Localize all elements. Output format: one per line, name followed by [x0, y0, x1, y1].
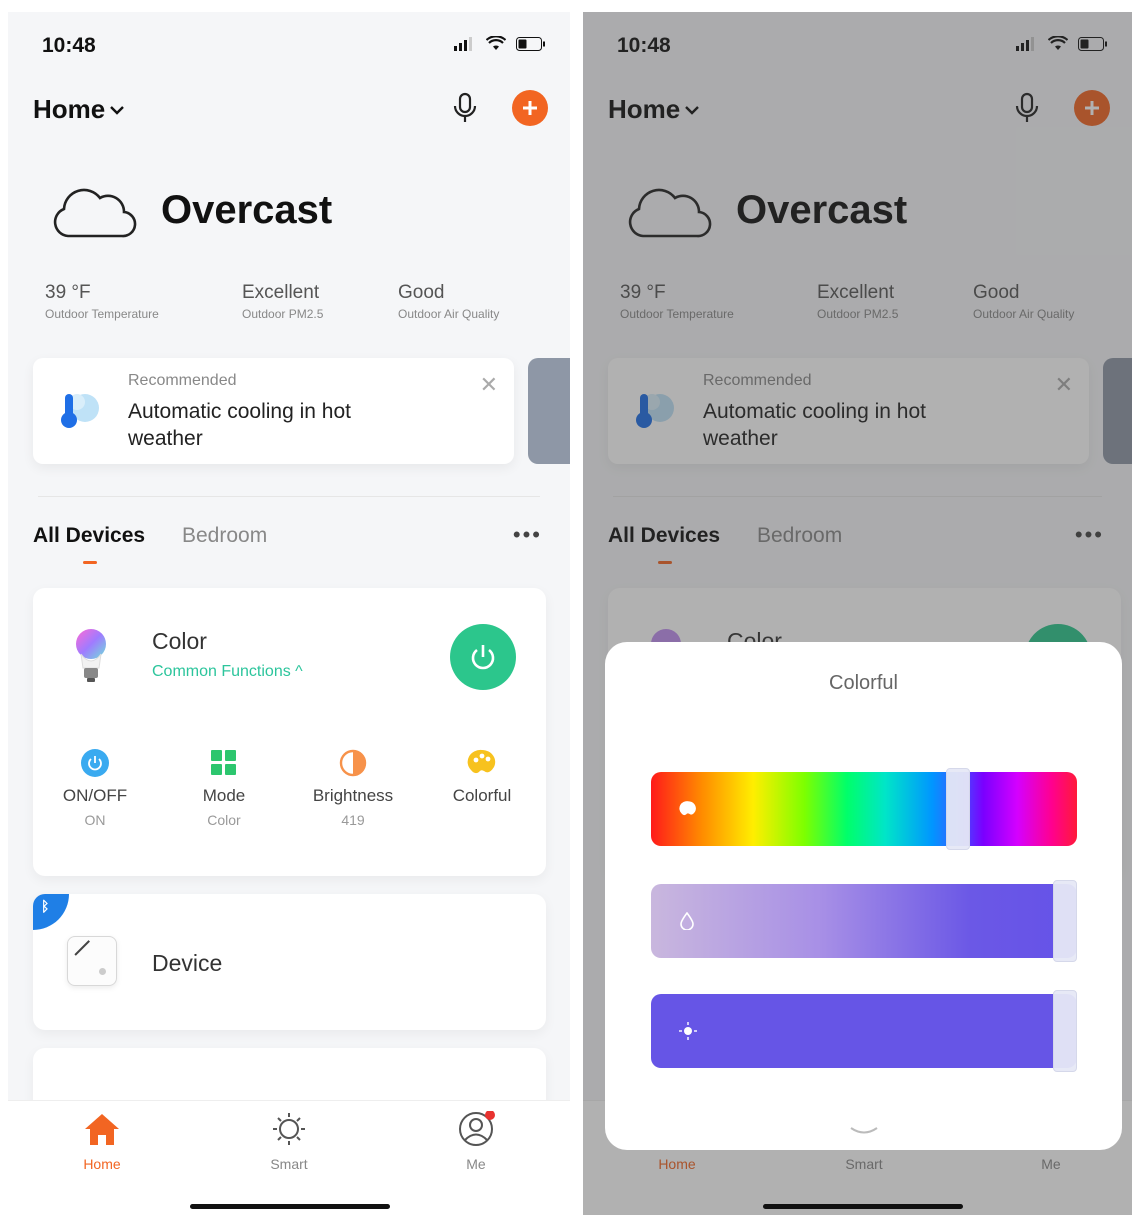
tabbar-me[interactable]: Me — [426, 1110, 526, 1172]
device-card[interactable]: ᛒ Device — [33, 894, 546, 1030]
stat-label: Outdoor Air Quality — [398, 307, 500, 321]
chevron-down-icon — [110, 105, 125, 115]
function-label: Colorful — [452, 786, 512, 805]
saturation-slider-thumb[interactable] — [1053, 880, 1077, 962]
function-row: ON/OFF ON Mode Color Brightness 419 Colo… — [33, 748, 546, 838]
brightness-slider-thumb[interactable] — [1053, 990, 1077, 1072]
brightness-slider[interactable] — [651, 990, 1077, 1072]
bulb-icon — [76, 629, 106, 682]
home-selector[interactable]: Home — [33, 94, 125, 125]
device-name: Color — [152, 628, 207, 654]
colorful-sheet: Colorful — [605, 642, 1122, 1150]
function-value: ON — [84, 812, 106, 828]
stat-pm25: Excellent Outdoor PM2.5 — [242, 282, 323, 321]
bluetooth-icon: ᛒ — [33, 894, 69, 930]
function-brightness[interactable]: Brightness 419 — [298, 748, 408, 828]
recommendation-eyebrow: Recommended — [128, 372, 237, 389]
weather-stats: 39 °F Outdoor Temperature Excellent Outd… — [45, 282, 570, 332]
battery-icon — [516, 36, 545, 51]
bottom-tab-bar: Home Smart Me — [8, 1100, 570, 1215]
stat-label: Outdoor Temperature — [45, 307, 159, 321]
weather-condition: Overcast — [161, 188, 333, 232]
hue-slider[interactable] — [651, 768, 1077, 850]
function-colorful[interactable]: Colorful — [427, 748, 537, 812]
device-name: Device — [152, 950, 223, 976]
stat-value: Excellent — [242, 282, 320, 303]
power-small-icon — [81, 749, 109, 777]
tabbar-smart[interactable]: Smart — [239, 1111, 339, 1172]
home-indicator — [763, 1204, 963, 1209]
tab-bedroom[interactable]: Bedroom — [182, 524, 267, 548]
next-recommendation-peek[interactable] — [528, 358, 570, 464]
sheet-title: Colorful — [829, 672, 898, 694]
function-mode[interactable]: Mode Color — [169, 748, 279, 828]
switch-device-icon — [67, 936, 117, 986]
status-time: 10:48 — [42, 34, 96, 57]
function-label: Mode — [202, 786, 246, 805]
home-indicator — [190, 1204, 390, 1209]
saturation-slider[interactable] — [651, 880, 1077, 962]
stat-temperature: 39 °F Outdoor Temperature — [45, 282, 159, 321]
palette-icon — [679, 801, 696, 816]
user-icon — [459, 1110, 495, 1146]
hue-slider-thumb[interactable] — [945, 768, 970, 850]
room-tabs: All Devices Bedroom ••• — [8, 520, 570, 570]
recommendation-card[interactable]: Recommended Automatic cooling in hot wea… — [33, 358, 514, 464]
home-screen: 10:48 Home Overcast 39 °F Outdoor Temper… — [8, 12, 570, 1215]
function-onoff[interactable]: ON/OFF ON — [40, 748, 150, 828]
status-bar: 10:48 — [8, 12, 570, 72]
status-icons — [454, 36, 546, 51]
dismiss-sheet-handle[interactable] — [605, 1124, 1122, 1142]
active-tab-indicator — [83, 561, 97, 564]
power-icon — [471, 645, 495, 670]
add-device-button[interactable] — [512, 90, 548, 126]
tabbar-label: Home — [83, 1156, 121, 1172]
thermometer-snow-icon — [61, 394, 99, 428]
home-title: Home — [33, 94, 106, 124]
tabbar-label: Me — [466, 1156, 486, 1172]
wifi-icon — [486, 36, 506, 50]
stat-air-quality: Good Outdoor Air Quality — [398, 282, 499, 321]
more-icon[interactable]: ••• — [513, 522, 542, 548]
microphone-icon[interactable] — [452, 92, 478, 124]
sun-icon — [273, 1113, 305, 1145]
cloud-icon — [53, 188, 137, 238]
stat-label: Outdoor PM2.5 — [242, 307, 324, 321]
tabbar-home[interactable]: Home — [52, 1111, 152, 1172]
recommendation-text: Automatic cooling in hot weather — [128, 400, 351, 450]
close-icon[interactable]: ✕ — [480, 372, 498, 398]
plus-icon — [523, 101, 537, 115]
divider — [38, 496, 540, 497]
home-screen-with-sheet: 10:48 Home Overcast 39 °F Outdoor Temper… — [583, 12, 1132, 1215]
sun-icon — [679, 1022, 697, 1040]
stat-value: Good — [398, 282, 445, 303]
drop-icon — [680, 912, 694, 930]
function-label: ON/OFF — [62, 786, 128, 805]
tab-all-devices[interactable]: All Devices — [33, 524, 145, 548]
home-icon — [85, 1114, 119, 1145]
palette-icon — [467, 749, 496, 774]
function-label: Brightness — [312, 786, 394, 805]
color-device-card[interactable]: Color Common Functions ^ ON/OFF ON Mode … — [33, 588, 546, 876]
function-value: 419 — [341, 812, 365, 828]
contrast-icon — [339, 749, 367, 777]
chevron-down-icon — [849, 1127, 878, 1134]
common-functions-toggle[interactable]: Common Functions ^ — [152, 663, 303, 681]
grid-icon — [211, 750, 236, 775]
tabbar-label: Smart — [270, 1156, 308, 1172]
stat-value: 39 °F — [45, 282, 91, 303]
power-button[interactable] — [450, 624, 516, 690]
app-header: Home — [8, 88, 570, 132]
signal-icon — [454, 36, 472, 51]
function-value: Color — [207, 812, 241, 828]
